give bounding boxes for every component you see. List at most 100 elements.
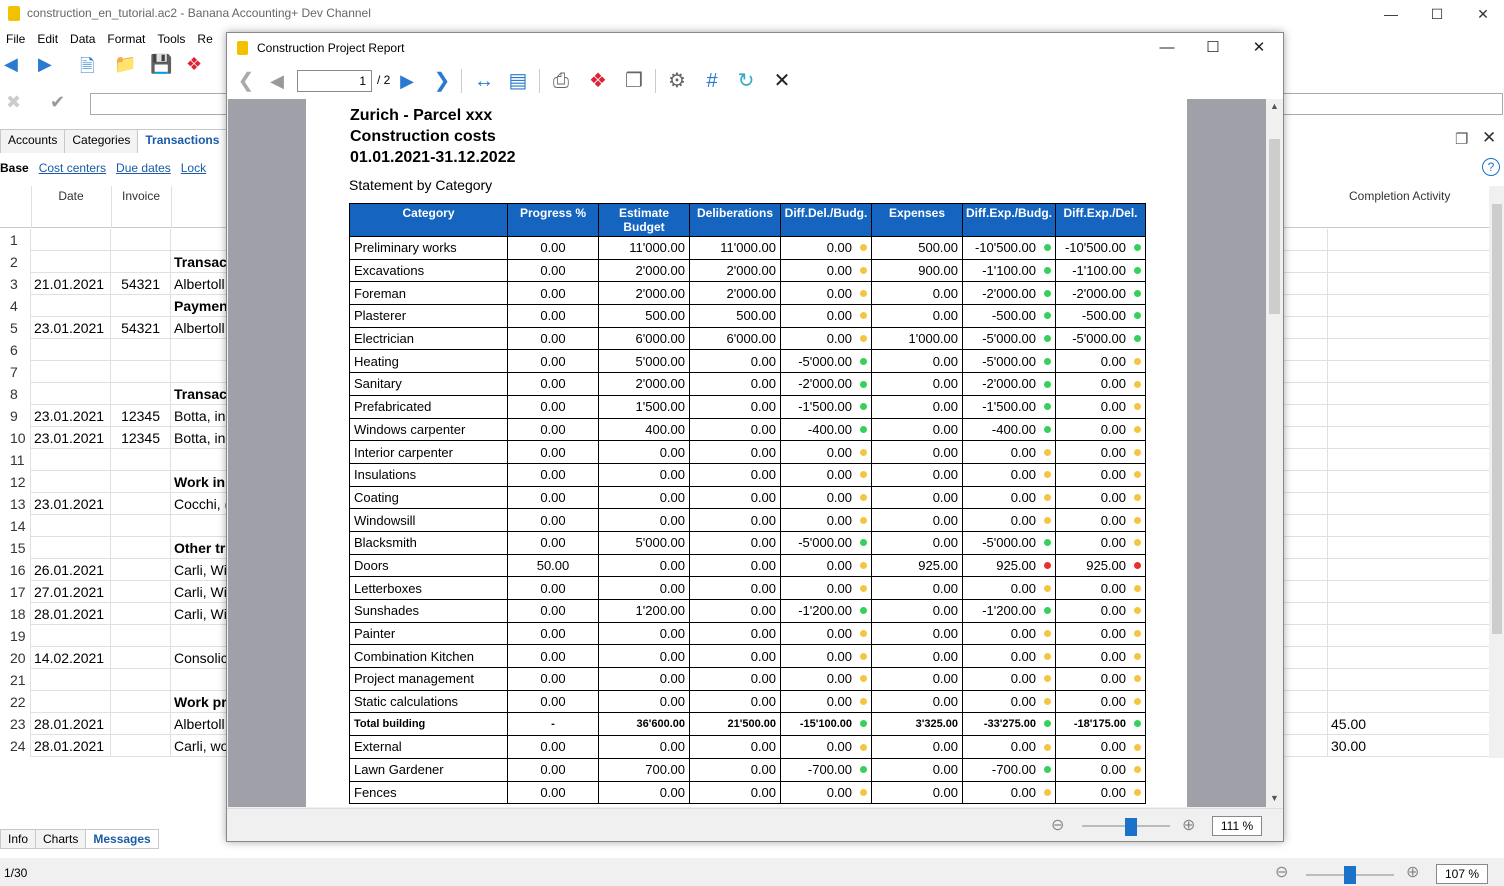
completion-activity-cell[interactable] [1327, 383, 1489, 405]
table-row[interactable]: 8 Transac [0, 383, 230, 405]
cancel-edit-icon[interactable]: ✖ [6, 92, 21, 113]
table-row[interactable]: 7 [0, 361, 230, 383]
description-cell[interactable] [171, 449, 230, 471]
completion-activity-cell[interactable] [1327, 493, 1489, 515]
row-number[interactable]: 19 [0, 625, 31, 647]
date-cell[interactable] [31, 537, 111, 559]
table-row[interactable] [1284, 339, 1489, 361]
date-cell[interactable]: 28.01.2021 [31, 735, 111, 757]
table-row[interactable] [1284, 493, 1489, 515]
table-row[interactable]: 12 Work in [0, 471, 230, 493]
row-number[interactable]: 1 [0, 229, 31, 251]
table-row[interactable]: 19 [0, 625, 230, 647]
description-cell[interactable]: Consolic [171, 647, 230, 669]
previous-page-icon[interactable]: ◀ [265, 67, 289, 95]
row-number[interactable]: 9 [0, 405, 31, 427]
row-number[interactable]: 23 [0, 713, 31, 735]
table-row[interactable] [1284, 317, 1489, 339]
completion-activity-cell[interactable] [1327, 449, 1489, 471]
date-cell[interactable] [31, 515, 111, 537]
menu-data[interactable]: Data [64, 30, 101, 48]
confirm-edit-icon[interactable]: ✔ [50, 92, 65, 113]
table-row[interactable]: 30.00 [1284, 735, 1489, 757]
table-row[interactable]: 21 [0, 669, 230, 691]
first-page-icon[interactable]: ❮ [235, 67, 257, 95]
next-page-icon[interactable]: ▶ [395, 67, 419, 95]
description-cell[interactable] [171, 361, 230, 383]
table-row[interactable] [1284, 471, 1489, 493]
date-cell[interactable] [31, 229, 111, 251]
invoice-cell[interactable] [111, 449, 171, 471]
back-icon[interactable]: ◀ [4, 54, 18, 75]
date-cell[interactable]: 28.01.2021 [31, 713, 111, 735]
invoice-cell[interactable] [111, 647, 171, 669]
table-row[interactable]: 17 27.01.2021 Carli, Wi [0, 581, 230, 603]
table-row[interactable] [1284, 295, 1489, 317]
table-row[interactable]: 9 23.01.2021 12345 Botta, in [0, 405, 230, 427]
zoom-slider-thumb[interactable] [1344, 866, 1356, 884]
table-row[interactable] [1284, 647, 1489, 669]
description-cell[interactable]: Transac [171, 383, 230, 405]
table-row[interactable] [1284, 273, 1489, 295]
date-cell[interactable] [31, 625, 111, 647]
invoice-cell[interactable]: 12345 [111, 427, 171, 449]
date-cell[interactable]: 14.02.2021 [31, 647, 111, 669]
invoice-cell[interactable] [111, 603, 171, 625]
invoice-cell[interactable]: 12345 [111, 405, 171, 427]
menu-reports[interactable]: Re [191, 30, 218, 48]
invoice-cell[interactable] [111, 735, 171, 757]
table-row[interactable]: 14 [0, 515, 230, 537]
date-cell[interactable]: 23.01.2021 [31, 317, 111, 339]
completion-activity-cell[interactable] [1327, 669, 1489, 691]
row-number[interactable]: 2 [0, 251, 31, 273]
scrollbar-thumb[interactable] [1269, 139, 1280, 314]
column-header-date[interactable]: Date [31, 189, 111, 203]
row-number[interactable]: 14 [0, 515, 31, 537]
table-row[interactable] [1284, 537, 1489, 559]
table-row[interactable] [1284, 691, 1489, 713]
open-folder-icon[interactable]: 📁 [114, 54, 136, 75]
page-number-input[interactable]: 1 [297, 70, 372, 92]
completion-activity-cell[interactable] [1327, 559, 1489, 581]
date-cell[interactable] [31, 383, 111, 405]
description-cell[interactable]: Other tr [171, 537, 230, 559]
date-cell[interactable]: 27.01.2021 [31, 581, 111, 603]
table-row[interactable]: 20 14.02.2021 Consolic [0, 647, 230, 669]
date-cell[interactable] [31, 295, 111, 317]
table-row[interactable]: 18 28.01.2021 Carli, Wi [0, 603, 230, 625]
last-page-icon[interactable]: ❯ [431, 67, 453, 95]
grid-vertical-scrollbar[interactable] [1489, 186, 1504, 758]
description-cell[interactable]: Botta, in [171, 427, 230, 449]
table-row[interactable]: 45.00 [1284, 713, 1489, 735]
completion-activity-cell[interactable] [1327, 229, 1489, 251]
completion-activity-cell[interactable] [1327, 339, 1489, 361]
invoice-cell[interactable] [111, 251, 171, 273]
description-cell[interactable]: Work pr [171, 691, 230, 713]
dialog-close-icon[interactable]: ✕ [1236, 33, 1282, 63]
completion-activity-cell[interactable] [1327, 603, 1489, 625]
completion-activity-cell[interactable] [1327, 581, 1489, 603]
invoice-cell[interactable] [111, 295, 171, 317]
row-number[interactable]: 20 [0, 647, 31, 669]
print-icon[interactable]: ⎙ [547, 67, 575, 95]
row-number[interactable]: 17 [0, 581, 31, 603]
completion-activity-cell[interactable]: 30.00 [1327, 735, 1489, 757]
table-row[interactable]: 3 21.01.2021 54321 Albertoll [0, 273, 230, 295]
table-row[interactable] [1284, 229, 1489, 251]
menu-file[interactable]: File [0, 30, 31, 48]
invoice-cell[interactable] [111, 625, 171, 647]
invoice-cell[interactable] [111, 669, 171, 691]
table-row[interactable]: 4 Paymen [0, 295, 230, 317]
dialog-zoom-in-icon[interactable]: ⊕ [1182, 815, 1195, 835]
invoice-cell[interactable]: 54321 [111, 317, 171, 339]
date-cell[interactable] [31, 361, 111, 383]
menu-edit[interactable]: Edit [31, 30, 64, 48]
invoice-cell[interactable] [111, 581, 171, 603]
table-row[interactable] [1284, 251, 1489, 273]
tab-categories[interactable]: Categories [64, 129, 139, 153]
report-vertical-scrollbar[interactable]: ▲ ▼ [1266, 99, 1283, 807]
invoice-cell[interactable] [111, 361, 171, 383]
table-row[interactable] [1284, 405, 1489, 427]
row-number[interactable]: 22 [0, 691, 31, 713]
table-row[interactable]: 23 28.01.2021 Albertoll [0, 713, 230, 735]
